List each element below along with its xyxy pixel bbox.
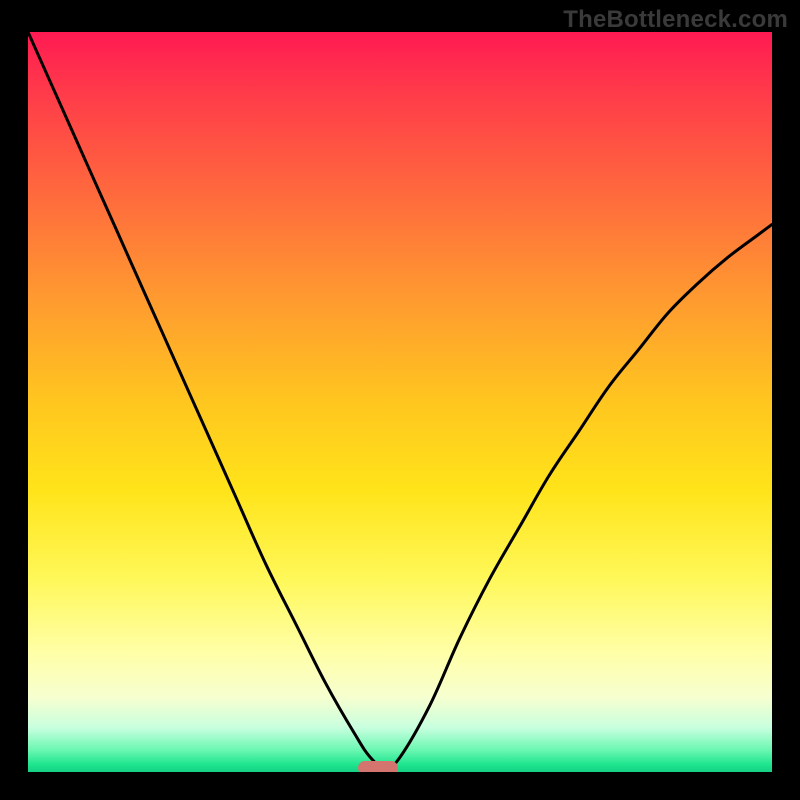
- chart-frame: TheBottleneck.com: [0, 0, 800, 800]
- minimum-marker: [358, 761, 398, 772]
- watermark-text: TheBottleneck.com: [563, 6, 788, 34]
- curve-path: [28, 32, 772, 768]
- plot-area: [28, 32, 772, 772]
- curve-layer: [28, 32, 772, 772]
